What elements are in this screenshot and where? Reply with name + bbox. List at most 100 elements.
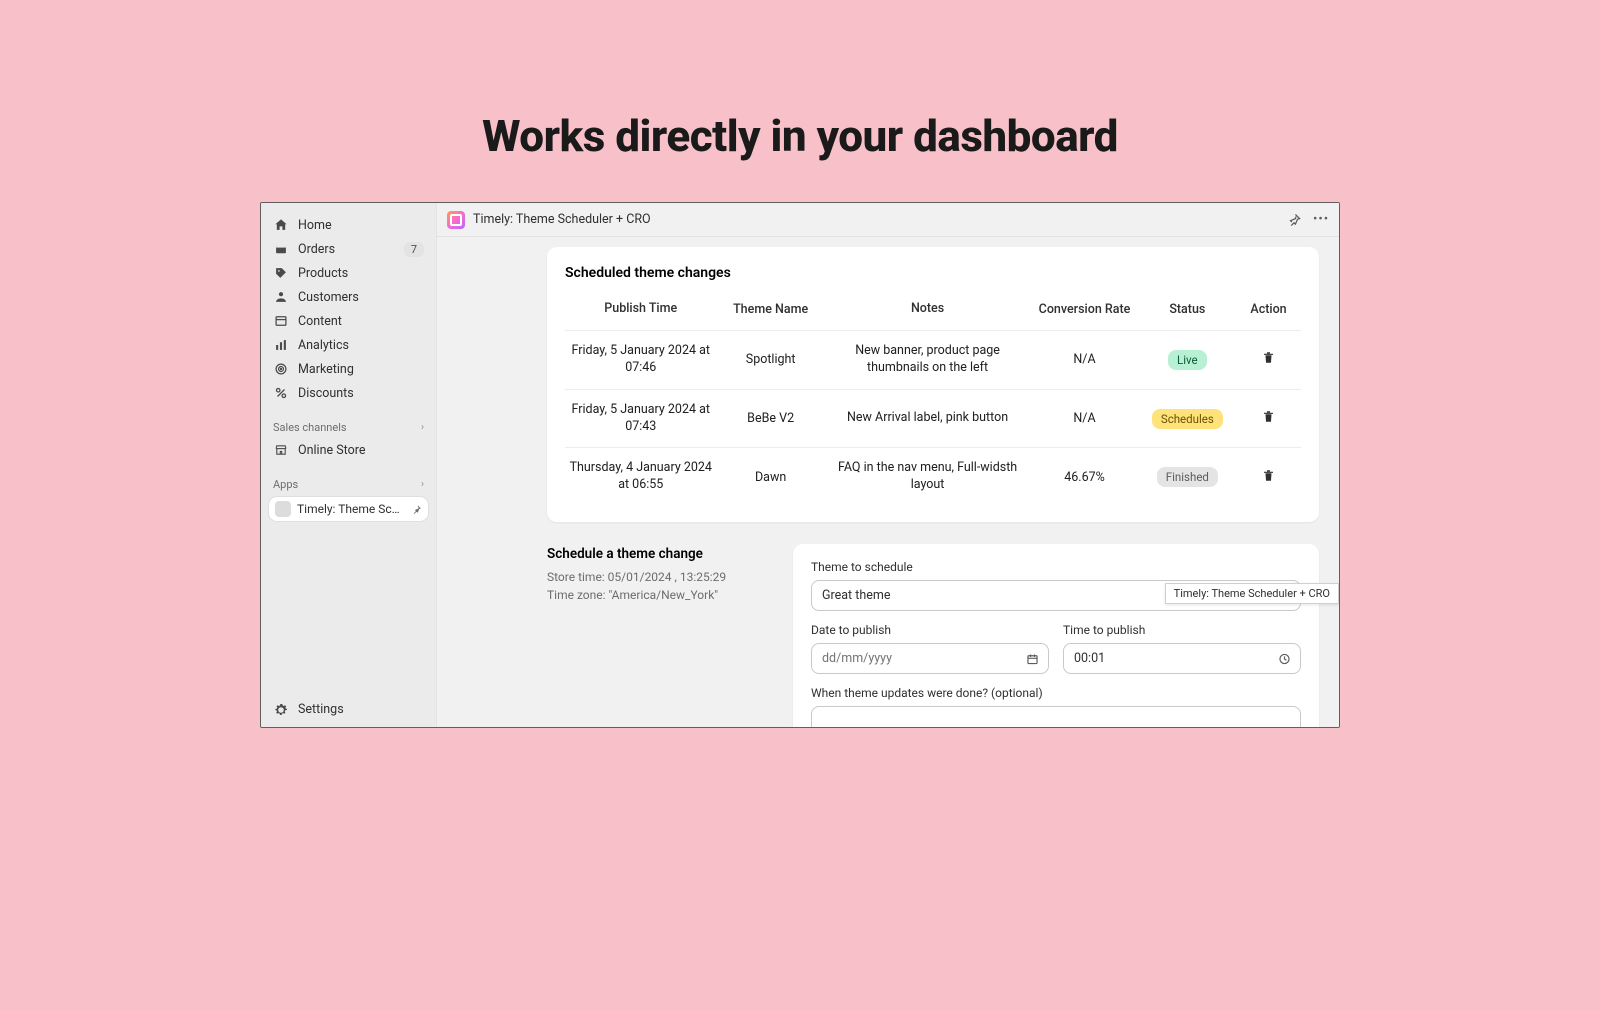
sidebar-item-settings[interactable]: Settings — [261, 698, 436, 728]
sidebar-item-online-store[interactable]: Online Store — [261, 438, 436, 462]
sidebar-item-label: Settings — [298, 702, 424, 717]
sidebar-item-label: Online Store — [298, 443, 424, 458]
cell-theme-name: Dawn — [717, 448, 825, 506]
time-zone: Time zone: "America/New_York" — [547, 586, 767, 604]
cell-theme-name: BeBe V2 — [717, 389, 825, 448]
card-title: Scheduled theme changes — [565, 265, 1301, 281]
products-icon — [273, 266, 288, 281]
scheduled-table: Publish Time Theme Name Notes Conversion… — [565, 295, 1301, 506]
sidebar-item-customers[interactable]: Customers — [261, 285, 436, 309]
content-icon — [273, 314, 288, 329]
status-badge: Live — [1168, 350, 1207, 370]
cell-status: Finished — [1139, 448, 1236, 506]
sales-channels-header[interactable]: Sales channels › — [261, 415, 436, 438]
gear-icon — [273, 702, 288, 717]
col-notes: Notes — [825, 295, 1031, 330]
cell-conversion-rate: 46.67% — [1030, 448, 1138, 506]
cell-status: Schedules — [1139, 389, 1236, 448]
table-row: Thursday, 4 January 2024 at 06:55DawnFAQ… — [565, 448, 1301, 506]
cell-action — [1236, 330, 1301, 389]
cell-notes: FAQ in the nav menu, Full-widsth layout — [825, 448, 1031, 506]
more-icon[interactable]: ••• — [1313, 212, 1329, 227]
status-badge: Finished — [1157, 467, 1218, 487]
time-input[interactable] — [1063, 643, 1301, 674]
hero-title: Works directly in your dashboard — [0, 110, 1600, 162]
form-heading: Schedule a theme change — [547, 546, 767, 562]
cell-publish-time: Friday, 5 January 2024 at 07:46 — [565, 330, 717, 389]
sidebar-item-label: Discounts — [298, 386, 424, 401]
sidebar-app-timely[interactable]: Timely: Theme Sched... — [269, 497, 428, 521]
time-label: Time to publish — [1063, 623, 1301, 637]
cell-conversion-rate: N/A — [1030, 389, 1138, 448]
home-icon — [273, 218, 288, 233]
discounts-icon — [273, 386, 288, 401]
sidebar-item-analytics[interactable]: Analytics — [261, 333, 436, 357]
sidebar-item-label: Content — [298, 314, 424, 329]
sidebar-item-label: Products — [298, 266, 424, 281]
sidebar-item-orders[interactable]: Orders 7 — [261, 237, 436, 261]
store-icon — [273, 443, 288, 458]
schedule-form-card: Theme to schedule Great theme ▴▾ Date to… — [793, 544, 1319, 727]
trash-icon[interactable] — [1261, 350, 1276, 365]
col-status: Status — [1139, 295, 1236, 330]
notes-label: When theme updates were done? (optional) — [811, 686, 1301, 700]
marketing-icon — [273, 362, 288, 377]
section-label: Apps — [273, 478, 298, 491]
cell-status: Live — [1139, 330, 1236, 389]
col-theme-name: Theme Name — [717, 295, 825, 330]
sidebar-item-label: Marketing — [298, 362, 424, 377]
sidebar-item-marketing[interactable]: Marketing — [261, 357, 436, 381]
sidebar-item-content[interactable]: Content — [261, 309, 436, 333]
cell-publish-time: Friday, 5 January 2024 at 07:43 — [565, 389, 717, 448]
topbar-title: Timely: Theme Scheduler + CRO — [473, 212, 1279, 227]
cell-theme-name: Spotlight — [717, 330, 825, 389]
chevron-right-icon: › — [421, 422, 424, 433]
cell-conversion-rate: N/A — [1030, 330, 1138, 389]
content-area[interactable]: Scheduled theme changes Publish Time The… — [437, 237, 1339, 727]
sidebar: Home Orders 7 Products Customers Conte — [261, 203, 437, 727]
pin-icon[interactable] — [1287, 213, 1303, 227]
sidebar-item-label: Customers — [298, 290, 424, 305]
cell-action — [1236, 448, 1301, 506]
table-row: Friday, 5 January 2024 at 07:46Spotlight… — [565, 330, 1301, 389]
trash-icon[interactable] — [1261, 409, 1276, 424]
sidebar-item-products[interactable]: Products — [261, 261, 436, 285]
app-window: Home Orders 7 Products Customers Conte — [260, 202, 1340, 728]
tooltip: Timely: Theme Scheduler + CRO — [1165, 583, 1339, 604]
cell-action — [1236, 389, 1301, 448]
chevron-right-icon: › — [421, 479, 424, 490]
date-input[interactable] — [811, 643, 1049, 674]
cell-notes: New banner, product page thumbnails on t… — [825, 330, 1031, 389]
date-label: Date to publish — [811, 623, 1049, 637]
notes-textarea[interactable] — [811, 706, 1301, 727]
section-label: Sales channels — [273, 421, 347, 434]
sidebar-item-home[interactable]: Home — [261, 213, 436, 237]
cell-notes: New Arrival label, pink button — [825, 389, 1031, 448]
sidebar-item-label: Home — [298, 218, 424, 233]
customers-icon — [273, 290, 288, 305]
scheduled-changes-card: Scheduled theme changes Publish Time The… — [547, 247, 1319, 522]
col-conversion-rate: Conversion Rate — [1030, 295, 1138, 330]
col-action: Action — [1236, 295, 1301, 330]
orders-badge: 7 — [404, 242, 424, 257]
sidebar-item-discounts[interactable]: Discounts — [261, 381, 436, 405]
app-icon — [275, 501, 291, 517]
cell-publish-time: Thursday, 4 January 2024 at 06:55 — [565, 448, 717, 506]
trash-icon[interactable] — [1261, 468, 1276, 483]
pin-icon[interactable] — [411, 504, 422, 515]
topbar: Timely: Theme Scheduler + CRO ••• — [437, 203, 1339, 237]
analytics-icon — [273, 338, 288, 353]
sidebar-item-label: Analytics — [298, 338, 424, 353]
status-badge: Schedules — [1152, 409, 1223, 429]
apps-header[interactable]: Apps › — [261, 472, 436, 495]
orders-icon — [273, 242, 288, 257]
schedule-form-section: Schedule a theme change Store time: 05/0… — [547, 544, 1319, 727]
store-time: Store time: 05/01/2024 , 13:25:29 — [547, 568, 767, 586]
main-column: Timely: Theme Scheduler + CRO ••• Schedu… — [437, 203, 1339, 727]
app-logo-icon — [447, 211, 465, 229]
app-label: Timely: Theme Sched... — [297, 502, 405, 516]
theme-select-label: Theme to schedule — [811, 560, 1301, 574]
sidebar-item-label: Orders — [298, 242, 394, 257]
col-publish-time: Publish Time — [565, 295, 717, 330]
table-row: Friday, 5 January 2024 at 07:43BeBe V2Ne… — [565, 389, 1301, 448]
